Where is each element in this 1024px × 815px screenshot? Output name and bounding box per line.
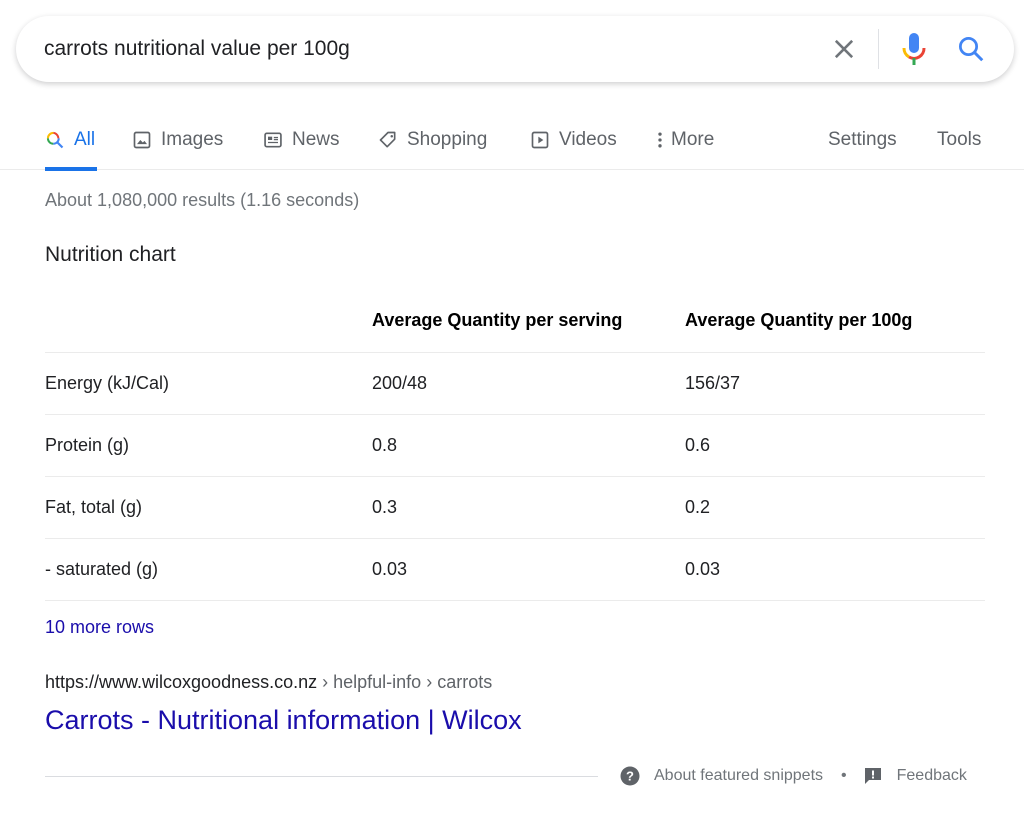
header-cell (45, 290, 372, 353)
tab-label: Tools (937, 129, 982, 150)
tab-label: All (74, 129, 96, 150)
feedback-icon (864, 768, 881, 784)
image-icon (133, 131, 151, 149)
tab-label: News (292, 129, 340, 150)
result-domain: https://www.wilcoxgoodness.co.nz (45, 672, 318, 692)
row-label: Energy (kJ/Cal) (45, 352, 372, 415)
about-featured-snippets-link[interactable]: About featured snippets (654, 767, 823, 785)
cell-per-100g: 0.6 (685, 414, 985, 477)
cell-per-serving: 200/48 (372, 352, 685, 415)
table-row: Energy (kJ/Cal) 200/48 156/37 (45, 352, 985, 415)
nutrition-table: Average Quantity per serving Average Qua… (45, 290, 985, 601)
cell-per-serving: 0.8 (372, 414, 685, 477)
tab-label: Shopping (407, 129, 488, 150)
header-cell: Average Quantity per 100g (685, 290, 985, 353)
tab-label: More (671, 129, 715, 150)
cell-per-100g: 156/37 (685, 352, 985, 415)
play-icon (531, 131, 549, 149)
tab-label: Images (161, 129, 224, 150)
microphone-icon (902, 33, 926, 65)
more-rows-link[interactable]: 10 more rows (45, 617, 154, 638)
close-icon (834, 39, 854, 59)
table-row: Fat, total (g) 0.3 0.2 (45, 476, 985, 539)
tab-label: Videos (559, 129, 617, 150)
table-row: - saturated (g) 0.03 0.03 (45, 538, 985, 601)
tab-all[interactable]: All (45, 110, 97, 171)
row-label: Protein (g) (45, 414, 372, 477)
tab-more[interactable]: More (655, 110, 714, 170)
table-row: Protein (g) 0.8 0.6 (45, 414, 985, 477)
footer-separator: • (841, 767, 847, 784)
svg-text:?: ? (626, 769, 634, 784)
footer-divider (45, 776, 598, 777)
cell-per-serving: 0.3 (372, 476, 685, 539)
feedback-link[interactable]: Feedback (897, 767, 967, 785)
result-url[interactable]: https://www.wilcoxgoodness.co.nz › helpf… (45, 672, 492, 693)
row-label: Fat, total (g) (45, 476, 372, 539)
tab-news[interactable]: News (263, 110, 340, 170)
search-button[interactable] (956, 34, 986, 64)
search-tabs: All Images News Shopping Videos More Set… (0, 110, 1024, 171)
cell-per-100g: 0.2 (685, 476, 985, 539)
help-icon: ? (620, 766, 640, 786)
tag-icon (379, 131, 396, 148)
search-divider (878, 29, 879, 69)
cell-per-100g: 0.03 (685, 538, 985, 601)
search-icon (46, 131, 64, 149)
snippet-footer: ? About featured snippets • Feedback (620, 764, 967, 788)
result-stats: About 1,080,000 results (1.16 seconds) (45, 190, 360, 210)
snippet-title: Nutrition chart (45, 243, 176, 266)
clear-search-button[interactable] (830, 35, 858, 63)
row-label: - saturated (g) (45, 538, 372, 601)
tab-images[interactable]: Images (132, 110, 223, 170)
table-header-row: Average Quantity per serving Average Qua… (45, 290, 985, 353)
search-input[interactable] (44, 16, 824, 82)
search-bar (16, 16, 1014, 82)
cell-per-serving: 0.03 (372, 538, 685, 601)
more-vertical-icon (658, 132, 662, 148)
header-cell: Average Quantity per serving (372, 290, 685, 353)
result-breadcrumb: › helpful-info › carrots (317, 672, 493, 692)
newspaper-icon (264, 132, 282, 148)
tab-videos[interactable]: Videos (530, 110, 617, 170)
tab-tools[interactable]: Tools (937, 110, 981, 170)
voice-search-button[interactable] (900, 32, 928, 66)
tab-shopping[interactable]: Shopping (378, 110, 487, 170)
tab-settings[interactable]: Settings (828, 110, 897, 170)
search-icon (959, 37, 984, 62)
result-title-link[interactable]: Carrots - Nutritional information | Wilc… (45, 705, 522, 736)
tab-label: Settings (828, 129, 897, 150)
